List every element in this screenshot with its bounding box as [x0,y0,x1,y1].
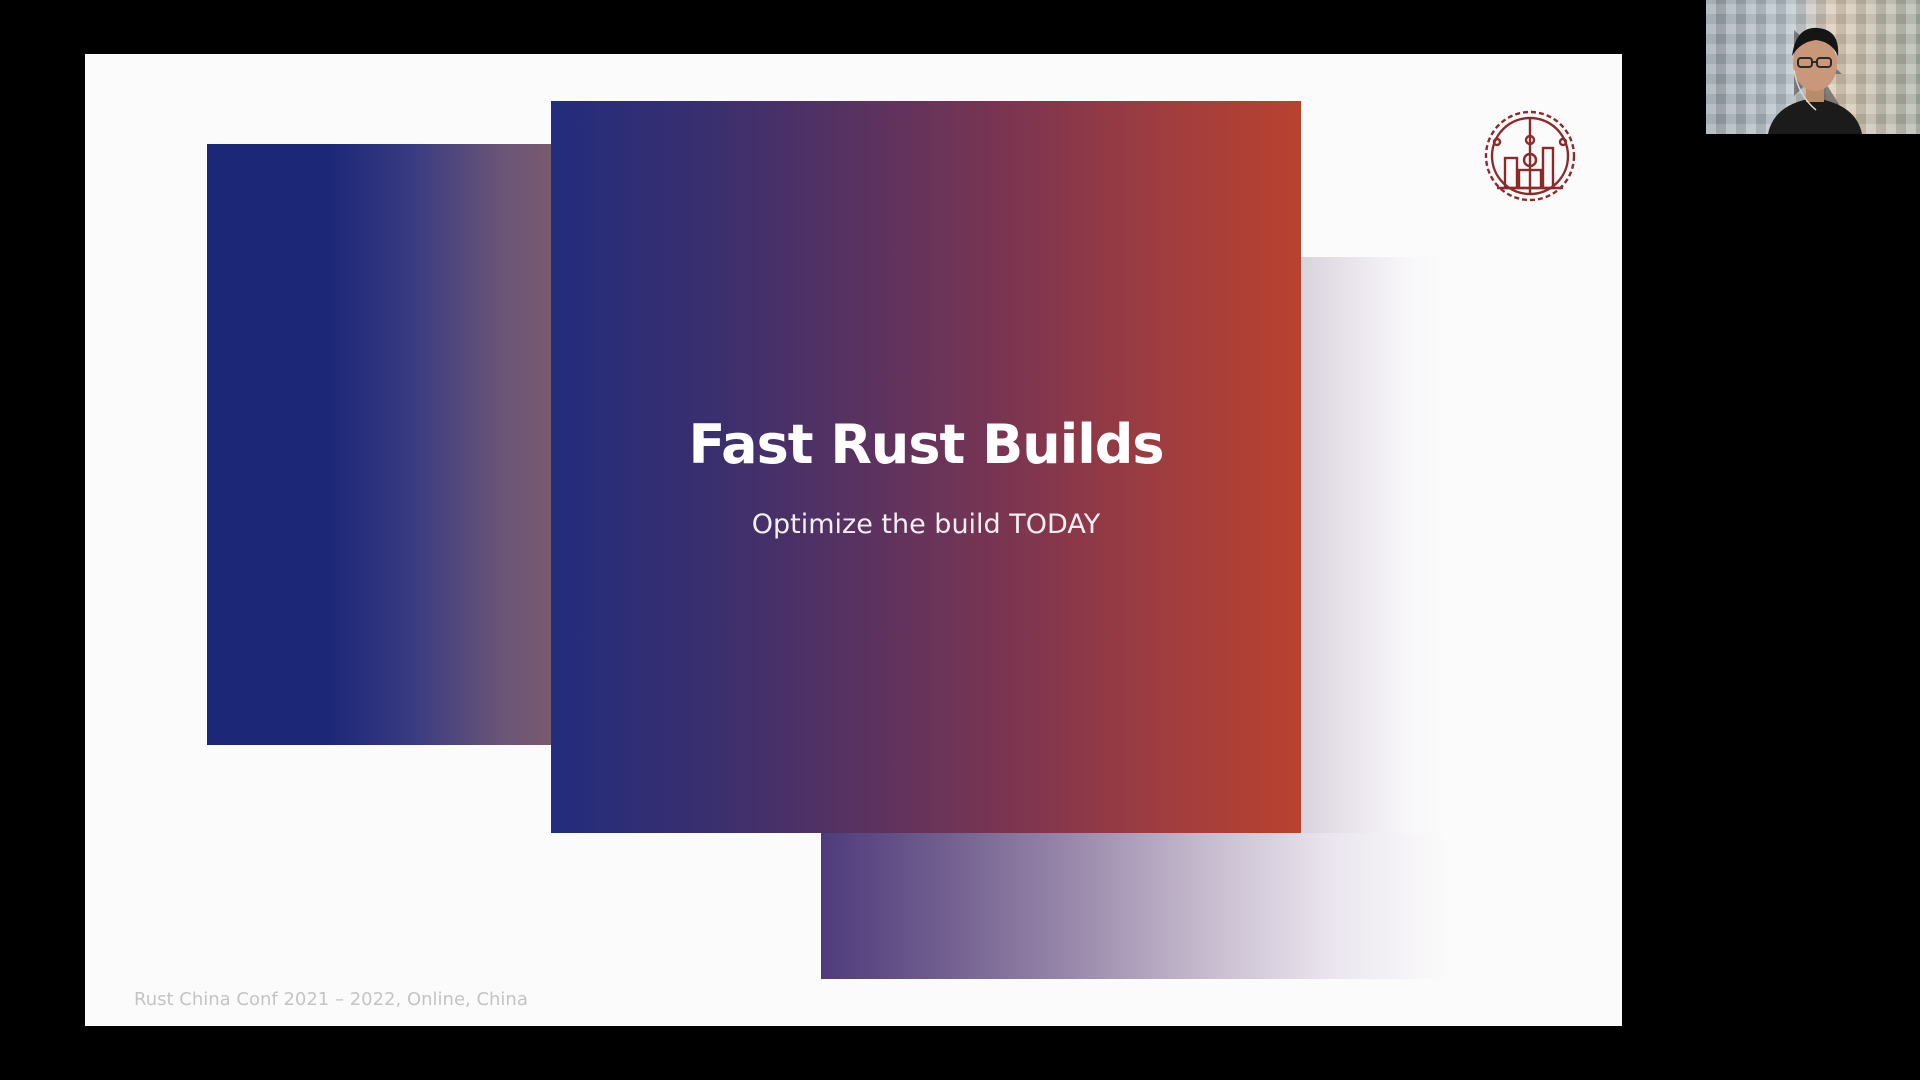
decorative-gradient-block-right [1300,257,1440,854]
rust-china-conf-gear-logo-icon [1475,98,1585,218]
presentation-slide: Fast Rust Builds Optimize the build TODA… [85,54,1622,1026]
decorative-gradient-block-bottom [821,833,1447,979]
video-frame: Fast Rust Builds Optimize the build TODA… [0,0,1920,1080]
presenter-figure [1768,27,1862,134]
slide-title: Fast Rust Builds [688,413,1164,476]
title-card: Fast Rust Builds Optimize the build TODA… [551,101,1301,833]
slide-footer: Rust China Conf 2021 – 2022, Online, Chi… [134,989,528,1010]
presenter-webcam [1706,0,1920,134]
decorative-gradient-block-left [207,144,553,745]
slide-subtitle: Optimize the build TODAY [751,509,1101,540]
